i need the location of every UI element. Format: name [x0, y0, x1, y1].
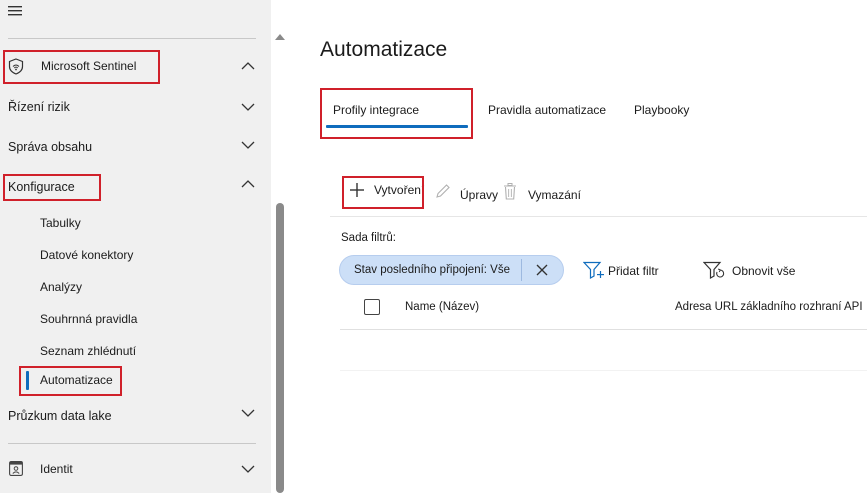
tab-playbooks[interactable]: Playbooky — [634, 103, 689, 117]
add-filter-label: Přidat filtr — [608, 264, 659, 278]
page-title: Automatizace — [320, 38, 448, 61]
chevron-down-icon[interactable] — [241, 102, 255, 112]
sidebar-item-analytics[interactable]: Analýzy — [40, 280, 82, 294]
highlight-box — [3, 50, 160, 84]
chevron-down-icon[interactable] — [241, 464, 255, 474]
sidebar-item-data-connectors[interactable]: Datové konektory — [40, 248, 133, 262]
sidebar-section-label: Řízení rizik — [8, 100, 70, 114]
navigation-sidebar: Microsoft Sentinel Řízení rizik Správa o… — [0, 0, 271, 493]
chevron-up-icon[interactable] — [241, 61, 255, 71]
pencil-icon — [436, 184, 450, 198]
highlight-box — [19, 366, 122, 396]
trash-icon — [504, 183, 516, 200]
sidebar-item-tables[interactable]: Tabulky — [40, 216, 81, 230]
add-filter-button[interactable]: Přidat filtr — [583, 259, 673, 283]
filter-pill-last-connection-status[interactable]: Stav posledního připojení: Vše — [339, 255, 564, 285]
sidebar-section-label: Identit — [40, 462, 73, 476]
sidebar-section-risk-management[interactable]: Řízení rizik — [0, 94, 271, 120]
sidebar-section-label: Správa obsahu — [8, 140, 93, 154]
table-header-divider — [340, 329, 867, 330]
sidebar-section-content-management[interactable]: Správa obsahu — [0, 134, 271, 160]
sidebar-section-label: Průzkum data lake — [8, 409, 112, 423]
highlight-box — [342, 176, 424, 209]
sidebar-section-identity[interactable]: Identit — [0, 456, 271, 482]
filter-add-icon — [583, 261, 604, 280]
delete-button[interactable]: Vymazání — [503, 182, 585, 206]
sidebar-divider — [8, 38, 256, 39]
toolbar-divider — [330, 216, 867, 217]
hamburger-icon[interactable] — [8, 5, 24, 17]
highlight-box — [320, 88, 473, 139]
chevron-down-icon[interactable] — [241, 140, 255, 150]
edit-button[interactable]: Úpravy — [435, 182, 500, 206]
pill-separator — [521, 259, 522, 281]
reset-all-button[interactable]: Obnovit vše — [703, 259, 803, 283]
column-header-base-api-url[interactable]: Adresa URL základního rozhraní API — [675, 301, 863, 313]
chevron-down-icon[interactable] — [241, 408, 255, 418]
filter-pill-label: Stav posledního připojení: Vše — [354, 264, 510, 276]
sidebar-scrollbar-thumb[interactable] — [276, 203, 284, 493]
tab-automation-rules[interactable]: Pravidla automatizace — [488, 103, 606, 117]
scroll-up-arrow-icon[interactable] — [275, 34, 285, 40]
filter-reset-icon — [703, 261, 725, 280]
sidebar-item-watchlist[interactable]: Seznam zhlédnutí — [40, 344, 136, 358]
sidebar-divider — [8, 443, 256, 444]
delete-button-label: Vymazání — [528, 188, 581, 202]
chevron-up-icon[interactable] — [241, 179, 255, 189]
select-all-checkbox[interactable] — [364, 299, 380, 315]
table-row-divider — [340, 370, 867, 371]
reset-all-label: Obnovit vše — [732, 264, 796, 278]
edit-button-label: Úpravy — [460, 188, 499, 202]
identity-card-icon — [9, 461, 23, 476]
highlight-box — [3, 174, 101, 201]
column-header-name[interactable]: Name (Název) — [405, 301, 479, 313]
close-icon[interactable] — [536, 264, 548, 276]
filter-set-label: Sada filtrů: — [341, 232, 396, 244]
sidebar-section-data-lake-exploration[interactable]: Průzkum data lake — [0, 403, 271, 429]
sidebar-item-summary-rules[interactable]: Souhrnná pravidla — [40, 312, 137, 326]
